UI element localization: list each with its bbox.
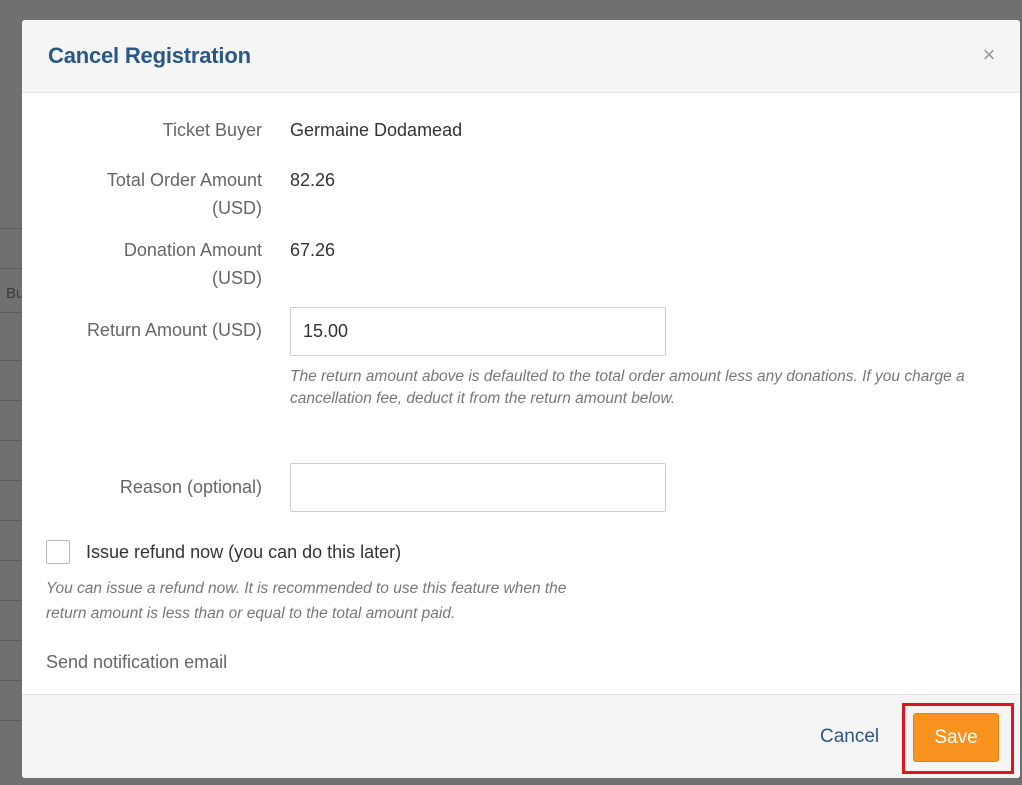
- background-divider: [0, 228, 22, 229]
- reason-label: Reason (optional): [119, 477, 262, 497]
- background-divider: [0, 312, 22, 313]
- donation-label: Donation Amount (USD): [22, 236, 262, 292]
- return-amount-input[interactable]: [290, 307, 666, 356]
- modal-footer: Cancel Save: [22, 694, 1020, 778]
- send-notification-email[interactable]: Send notification email: [46, 648, 227, 676]
- total-order-label: Total Order Amount (USD): [22, 166, 262, 222]
- modal-title: Cancel Registration: [48, 43, 251, 68]
- issue-refund-checkbox[interactable]: [46, 540, 70, 564]
- total-order-label-line1: Total Order Amount: [106, 170, 262, 190]
- return-amount-label: Return Amount (USD): [86, 320, 262, 340]
- background-divider: [0, 680, 22, 681]
- refund-help-line2: return amount is less than or equal to t…: [46, 605, 456, 622]
- return-amount-help: The return amount above is defaulted to …: [290, 368, 965, 407]
- ticket-buyer-label: Ticket Buyer: [162, 120, 262, 140]
- total-order-value: 82.26: [290, 170, 336, 190]
- donation-label-line2: (USD): [212, 268, 262, 288]
- background-divider: [0, 440, 22, 441]
- background-divider: [0, 560, 22, 561]
- reason-input[interactable]: [290, 463, 666, 512]
- cancel-button[interactable]: Cancel: [820, 726, 879, 748]
- background-divider: [0, 600, 22, 601]
- background-divider: [0, 360, 22, 361]
- background-divider: [0, 520, 22, 521]
- background-divider: [0, 720, 22, 721]
- cancel-registration-modal: Cancel Registration × Ticket Buyer Germa…: [22, 20, 1020, 778]
- refund-help-line1: You can issue a refund now. It is recomm…: [46, 580, 567, 597]
- ticket-buyer-value: Germaine Dodamead: [290, 120, 463, 140]
- modal-header: Cancel Registration ×: [22, 20, 1020, 93]
- total-order-label-line2: (USD): [212, 198, 262, 218]
- save-button[interactable]: Save: [913, 713, 999, 762]
- issue-refund-row[interactable]: Issue refund now (you can do this later): [46, 538, 401, 566]
- refund-help-text: You can issue a refund now. It is recomm…: [46, 576, 746, 626]
- close-icon[interactable]: ×: [978, 44, 1000, 66]
- donation-label-line1: Donation Amount: [123, 240, 262, 260]
- issue-refund-label[interactable]: Issue refund now (you can do this later): [86, 542, 401, 563]
- background-divider: [0, 400, 22, 401]
- background-divider: [0, 640, 22, 641]
- background-divider: [0, 268, 22, 269]
- background-divider: [0, 480, 22, 481]
- donation-value: 67.26: [290, 240, 336, 260]
